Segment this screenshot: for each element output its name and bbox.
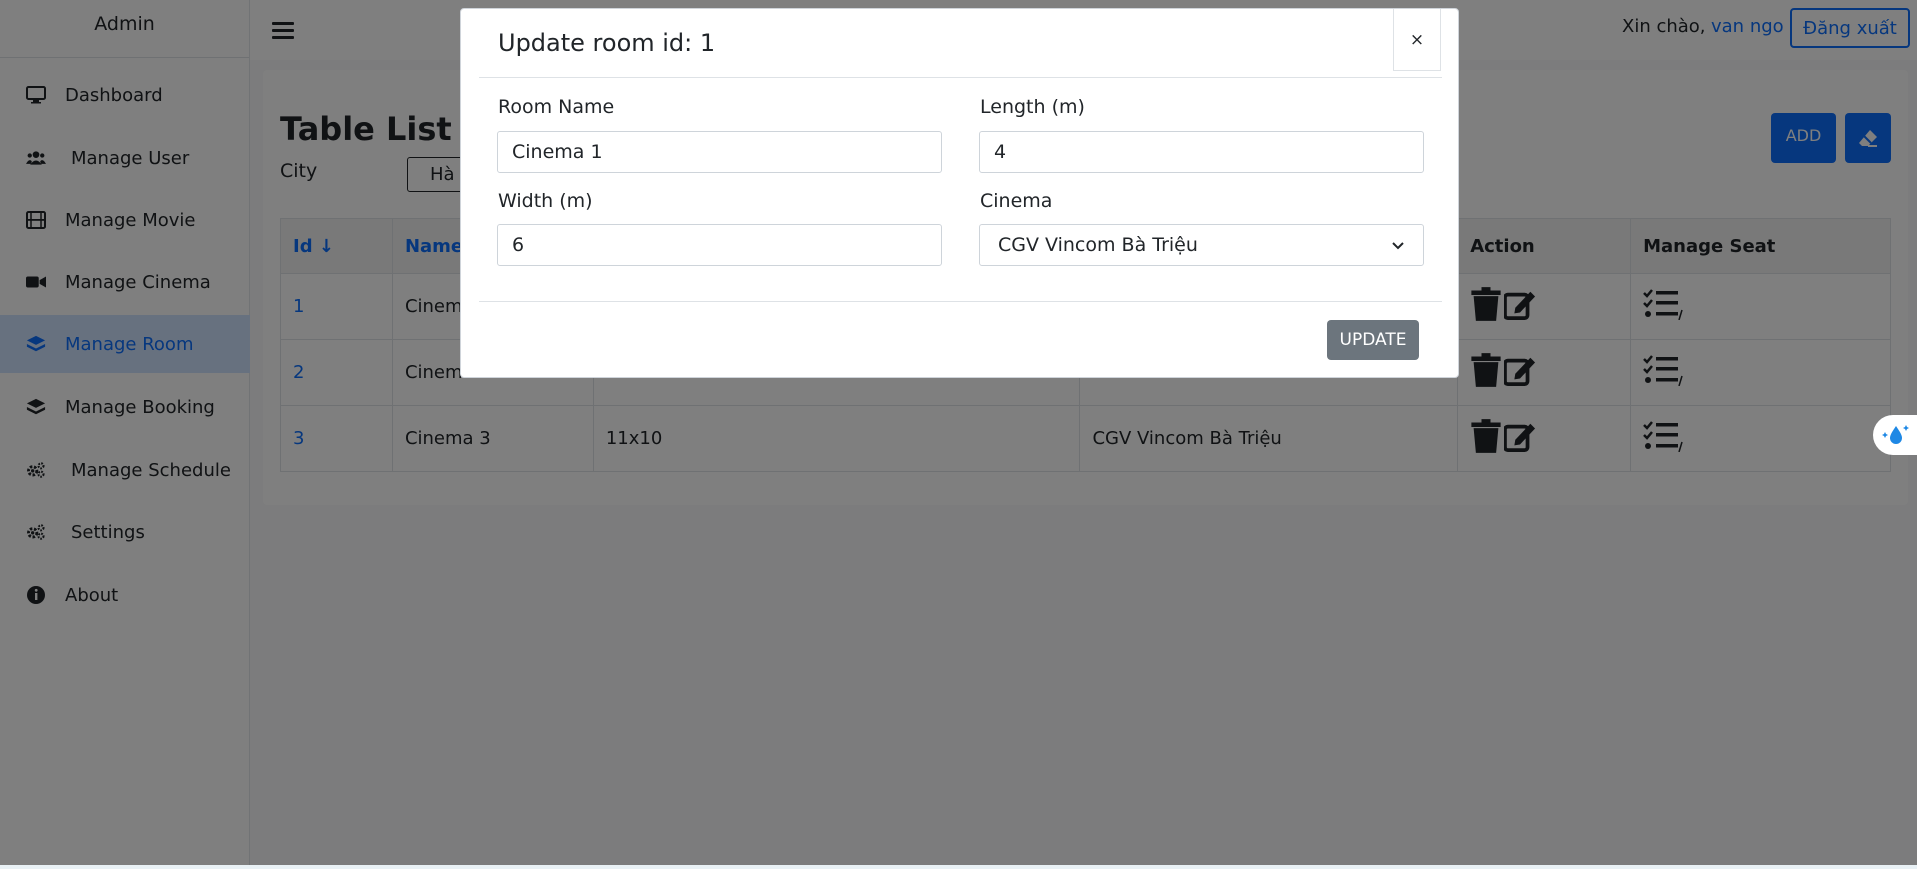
chevron-down-icon <box>1392 242 1404 250</box>
length-input[interactable]: 4 <box>979 131 1424 173</box>
width-input[interactable]: 6 <box>497 224 942 266</box>
room-name-label: Room Name <box>498 96 615 118</box>
update-room-modal: Update room id: 1 × Room Name Cinema 1 L… <box>460 8 1459 378</box>
width-label: Width (m) <box>498 190 593 212</box>
floating-widget-button[interactable] <box>1873 415 1917 455</box>
bottom-strip <box>0 865 1917 869</box>
cinema-label: Cinema <box>980 190 1053 212</box>
update-button[interactable]: UPDATE <box>1327 320 1419 360</box>
modal-close-button[interactable]: × <box>1393 9 1441 71</box>
modal-title: Update room id: 1 <box>498 29 716 57</box>
water-drop-sparkle-icon <box>1882 425 1909 444</box>
modal-header-divider <box>479 77 1442 78</box>
cinema-select-value: CGV Vincom Bà Triệu <box>998 234 1198 256</box>
room-name-input[interactable]: Cinema 1 <box>497 131 942 173</box>
length-label: Length (m) <box>980 96 1085 118</box>
cinema-select[interactable]: CGV Vincom Bà Triệu <box>979 224 1424 266</box>
modal-footer-divider <box>479 301 1442 302</box>
